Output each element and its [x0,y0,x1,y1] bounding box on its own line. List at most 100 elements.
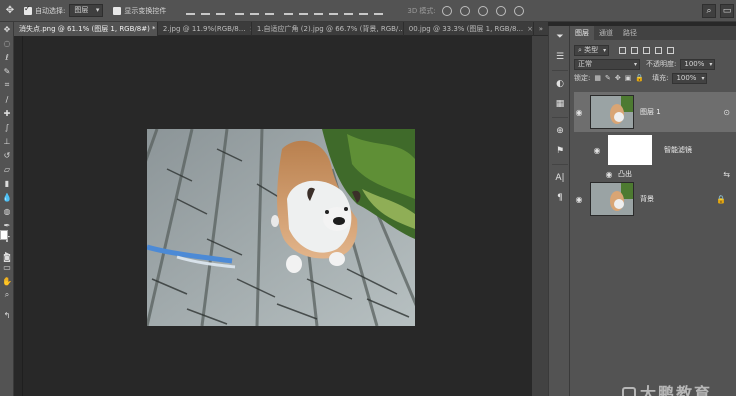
align-vcenter-icon[interactable] [201,6,211,15]
tab-layers[interactable]: 图层 [570,26,594,40]
zoom-tool-icon[interactable]: ⌕ [0,288,14,302]
layer-name[interactable]: 背景 [640,194,654,204]
layer-filter-row: ⌕ 类型 [570,43,736,57]
tab-paths[interactable]: 路径 [618,26,642,40]
3d-pan-icon[interactable] [477,5,488,16]
align-bottom-icon[interactable] [216,6,226,15]
align-right-icon[interactable] [265,6,275,15]
properties-panel-icon[interactable]: ☰ [550,48,570,66]
layer-row-background[interactable]: ◉ 背景 🔒 [574,180,736,218]
distribute-top-icon[interactable] [284,6,294,15]
layer-name[interactable]: 图层 1 [640,107,661,117]
color-panel-icon[interactable]: ◐ [550,75,570,93]
foreground-color-swatch[interactable] [0,230,8,240]
lasso-tool-icon[interactable]: ℓ [0,50,14,64]
lock-fill-row: 锁定: ▦ ✎ ✥ ▣ 🔒 填充: 100% [570,71,736,85]
layer-thumbnail [590,95,634,129]
filter-blending-options-icon[interactable]: ⇆ [723,170,730,179]
blur-tool-icon[interactable]: 💧 [0,190,14,204]
align-hcenter-icon[interactable] [250,6,260,15]
distribute-bottom-icon[interactable] [314,6,324,15]
adjustments-panel-icon[interactable]: ⊕ [550,122,570,140]
move-tool-icon[interactable]: ✥ [0,22,14,36]
close-tab-icon[interactable]: × [527,22,533,36]
swap-colors-icon[interactable]: ↰ [0,308,14,322]
character-panel-icon[interactable]: A| [550,169,570,187]
tab-document-4[interactable]: 00.jpg @ 33.3% (图层 1, RGB/8... × [404,22,534,36]
distribute-right-icon[interactable] [359,6,369,15]
canvas-vertical-scrollbar[interactable] [532,36,548,396]
show-transform-checkbox[interactable] [113,6,122,15]
marquee-tool-icon[interactable]: ◌ [0,36,14,50]
visibility-eye-icon[interactable]: ◉ [592,146,602,155]
quick-mask-icon[interactable]: ◙ [0,250,14,264]
3d-roll-icon[interactable] [459,5,470,16]
tab-document-1[interactable]: 消失点.png @ 61.1% (图层 1, RGB/8#) *× [14,22,158,36]
lock-transparent-icon[interactable]: ▦ [594,74,601,82]
lock-image-icon[interactable]: ✎ [605,74,611,82]
align-top-icon[interactable] [186,6,196,15]
opacity-label: 不透明度: [646,60,677,68]
layer-kind-filter[interactable]: ⌕ 类型 [574,44,610,56]
paragraph-panel-icon[interactable]: ¶ [550,189,570,207]
layer-filter-icons [619,46,675,54]
quick-select-tool-icon[interactable]: ✎ [0,64,14,78]
fill-input[interactable]: 100% [672,72,708,84]
tab-channels[interactable]: 通道 [594,26,618,40]
align-left-icon[interactable] [235,6,245,15]
eyedropper-tool-icon[interactable]: ∕ [0,92,14,106]
tools-panel: ✥ ◌ ℓ ✎ ⌗ ∕ ✚ ∫ ⊥ ↺ ▱ ▮ 💧 ◍ ✒ T ▸ ▭ ✋ ⌕ … [0,22,14,396]
layers-panel: 图层 通道 路径 ⌕ 类型 正常 不透明度: 100% 锁定: ▦ ✎ ✥ ▣ … [570,26,736,396]
distribute-left-icon[interactable] [329,6,339,15]
smart-filter-mask-thumbnail[interactable] [608,135,652,165]
visibility-eye-icon[interactable]: ◉ [574,108,584,117]
distribute-vcenter-icon[interactable] [299,6,309,15]
visibility-eye-icon[interactable]: ◉ [604,170,614,179]
lock-icon: 🔒 [716,194,726,204]
lock-all-icon[interactable]: 🔒 [635,74,644,82]
styles-panel-icon[interactable]: ⚑ [550,142,570,160]
tab-document-2[interactable]: 2.jpg @ 11.9%(RGB/8...× [158,22,252,36]
distribute-hcenter-icon[interactable] [344,6,354,15]
history-panel-icon[interactable]: ⏷ [550,28,570,46]
dodge-tool-icon[interactable]: ◍ [0,204,14,218]
auto-select-dropdown[interactable]: 图层 [69,4,104,17]
3d-mode-buttons [441,5,524,16]
swatches-panel-icon[interactable]: ▦ [550,95,570,113]
visibility-eye-icon[interactable]: ◉ [574,195,584,204]
layer-row-filter-extrude[interactable]: ◉ 凸出 ⇆ [574,168,736,180]
3d-slide-icon[interactable] [495,5,506,16]
opacity-input[interactable]: 100% [680,58,716,70]
gradient-tool-icon[interactable]: ▮ [0,176,14,190]
layer-row-smart-filters[interactable]: ◉ 智能滤镜 [574,132,736,168]
tab-document-3[interactable]: 1.自适应广角 (2).jpg @ 66.7% (背景, RGB/...× [252,22,404,36]
pixel-filter-icon[interactable] [619,46,627,54]
search-icon[interactable]: ⌕ [702,4,716,18]
crop-tool-icon[interactable]: ⌗ [0,78,14,92]
watermark-logo-icon [622,387,636,396]
auto-align-icon[interactable] [374,6,384,15]
healing-tool-icon[interactable]: ✚ [0,106,14,120]
smart-object-filter-icon[interactable] [667,46,675,54]
adjustment-filter-icon[interactable] [631,46,639,54]
history-brush-tool-icon[interactable]: ↺ [0,148,14,162]
3d-scale-icon[interactable] [513,5,524,16]
blend-opacity-row: 正常 不透明度: 100% [570,57,736,71]
more-tabs-button[interactable]: » [534,22,548,36]
stamp-tool-icon[interactable]: ⊥ [0,134,14,148]
blend-mode-dropdown[interactable]: 正常 [574,58,640,70]
3d-rotate-icon[interactable] [441,5,452,16]
brush-tool-icon[interactable]: ∫ [0,120,14,134]
lock-position-icon[interactable]: ✥ [615,74,621,82]
type-filter-icon[interactable] [643,46,651,54]
layer-row-layer1[interactable]: ◉ 图层 1 ⊙ [574,92,736,132]
eraser-tool-icon[interactable]: ▱ [0,162,14,176]
move-tool-preset-icon[interactable]: ✥ [2,3,18,19]
extruded-dog-photo [147,129,415,326]
lock-artboard-icon[interactable]: ▣ [625,74,632,82]
hand-tool-icon[interactable]: ✋ [0,274,14,288]
workspace-menu-icon[interactable]: ▭ [720,4,734,18]
auto-select-checkbox[interactable] [24,4,32,15]
shape-filter-icon[interactable] [655,46,663,54]
document-image[interactable] [147,129,415,326]
